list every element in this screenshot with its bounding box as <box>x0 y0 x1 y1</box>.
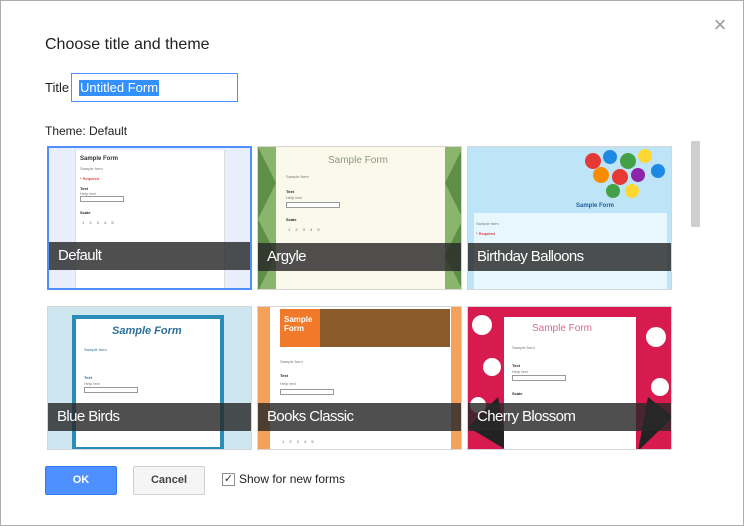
preview-input <box>80 196 124 202</box>
ok-button[interactable]: OK <box>45 466 117 495</box>
preview-scale: 1 2 3 4 5 <box>282 439 316 444</box>
theme-tile-argyle[interactable]: Sample Form Sample form Text Help text S… <box>257 146 462 290</box>
preview-title: Sample Form <box>80 156 119 162</box>
close-icon[interactable]: × <box>710 14 730 36</box>
theme-tile-books-classic[interactable]: Sample Form Sample form Text Help text 1… <box>257 306 462 450</box>
preview-subtitle: Sample form <box>512 345 535 350</box>
dialog-title: Choose title and theme <box>45 36 210 53</box>
preview-title: Sample Form <box>284 315 313 333</box>
preview-title: Sample Form <box>328 155 389 166</box>
theme-caption: Argyle <box>258 243 461 271</box>
show-for-new-forms-label[interactable]: Show for new forms <box>239 472 345 486</box>
preview-help: Help text <box>280 381 296 386</box>
theme-dialog: × Choose title and theme Title Untitled … <box>0 0 744 526</box>
theme-caption: Books Classic <box>258 403 461 431</box>
theme-caption: Birthday Balloons <box>468 243 671 271</box>
scrollbar-thumb[interactable] <box>691 141 700 227</box>
title-label: Title <box>45 80 70 95</box>
preview-input <box>280 389 334 395</box>
preview-input <box>512 375 566 381</box>
preview-help: Help text <box>286 195 302 200</box>
preview-subtitle: Sample form <box>286 174 309 179</box>
theme-caption: Cherry Blossom <box>468 403 671 431</box>
preview-required: * Required <box>476 231 495 236</box>
preview-help: Help text <box>84 381 100 386</box>
cancel-button[interactable]: Cancel <box>133 466 205 495</box>
theme-label: Theme: Default <box>45 124 128 138</box>
theme-tile-blue-birds[interactable]: Sample Form Sample form Text Help text B… <box>47 306 252 450</box>
preview-text-label: Text <box>286 189 294 194</box>
preview-scale: 1 2 3 4 5 <box>288 227 322 232</box>
preview-input <box>286 202 340 208</box>
show-for-new-forms-checkbox[interactable]: ✓ <box>222 473 235 486</box>
theme-tile-default[interactable]: Sample Form Sample form * Required Text … <box>47 146 252 290</box>
preview-subtitle: Sample form <box>280 359 303 364</box>
preview-scale-label: Scale <box>80 210 91 215</box>
preview-scale-label: Scale <box>286 217 297 222</box>
preview-scale-label: Scale <box>512 391 523 396</box>
preview-help: Help text <box>512 369 528 374</box>
theme-tile-cherry-blossom[interactable]: Sample Form Sample form Text Help text S… <box>467 306 672 450</box>
title-input[interactable] <box>71 73 238 102</box>
preview-input <box>84 387 138 393</box>
preview-scale: 1 2 3 4 5 <box>82 220 116 225</box>
preview-required: * Required <box>80 176 99 181</box>
preview-subtitle: Sample form <box>476 221 499 226</box>
preview-text-label: Text <box>84 375 92 380</box>
preview-title: Sample Form <box>112 325 182 337</box>
preview-subtitle: Sample form <box>80 166 103 171</box>
preview-title: Sample Form <box>532 323 593 334</box>
theme-tile-birthday-balloons[interactable]: Sample Form Sample form * Required Birth… <box>467 146 672 290</box>
preview-subtitle: Sample form <box>84 347 107 352</box>
preview-text-label: Text <box>512 363 520 368</box>
theme-caption: Default <box>49 242 250 270</box>
theme-grid: Sample Form Sample form * Required Text … <box>47 146 673 450</box>
preview-text-label: Text <box>280 373 288 378</box>
preview-title: Sample Form <box>576 203 615 209</box>
theme-caption: Blue Birds <box>48 403 251 431</box>
